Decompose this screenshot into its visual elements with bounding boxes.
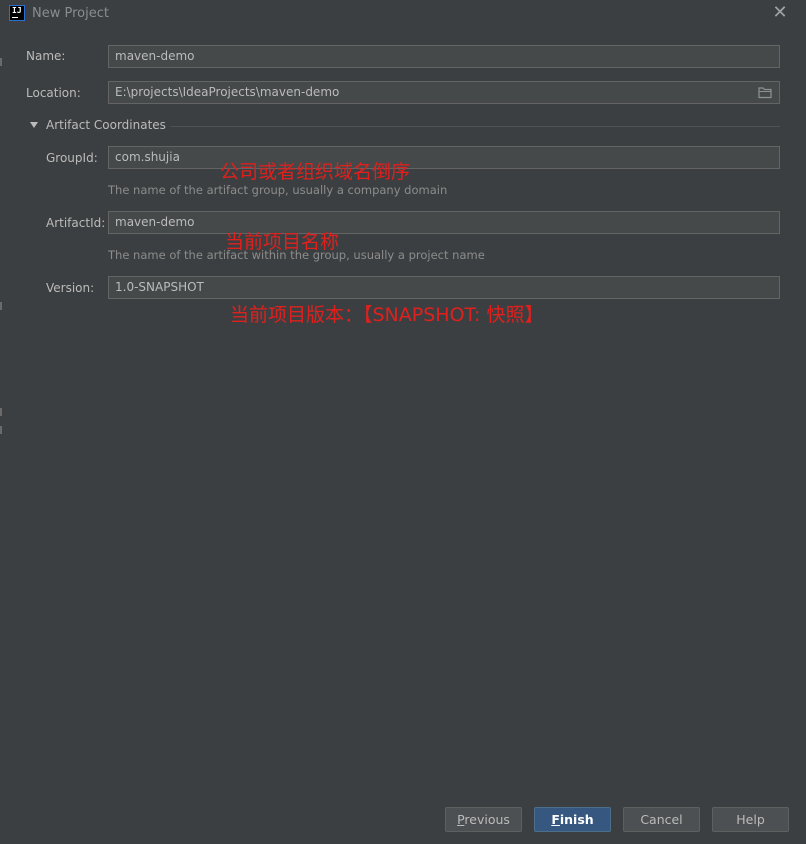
cancel-button[interactable]: Cancel [623,807,700,832]
expand-triangle-icon [30,122,38,128]
edge-divider [0,408,2,416]
title-bar: IJ New Project ✕ [0,0,806,28]
intellij-app-icon: IJ [9,5,25,21]
groupid-label: GroupId: [46,151,98,165]
location-input[interactable]: E:\projects\IdeaProjects\maven-demo [108,81,780,104]
help-button[interactable]: Help [712,807,789,832]
version-input[interactable]: 1.0-SNAPSHOT [108,276,780,299]
artifactid-annotation: 当前项目名称 [225,231,340,253]
version-label: Version: [46,281,95,295]
edge-divider [0,58,2,66]
edge-divider [0,426,2,434]
groupid-annotation: 公司或者组织域名倒序 [220,161,411,183]
groupid-input[interactable]: com.shujia [108,146,780,169]
previous-label: revious [464,812,510,827]
name-input[interactable]: maven-demo [108,45,780,68]
version-annotation: 当前项目版本：【SNAPSHOT: 快照】 [230,304,544,326]
location-value: E:\projects\IdeaProjects\maven-demo [115,85,340,99]
section-divider [170,126,780,127]
finish-label: inish [559,812,594,827]
previous-button[interactable]: Previous [445,807,522,832]
folder-icon[interactable] [758,86,773,99]
edge-divider [0,302,2,310]
close-icon[interactable]: ✕ [771,4,789,22]
name-label: Name: [26,49,66,63]
section-title: Artifact Coordinates [46,118,166,132]
window-title: New Project [32,6,109,21]
artifact-coordinates-toggle[interactable]: Artifact Coordinates [30,117,780,135]
artifactid-input[interactable]: maven-demo [108,211,780,234]
finish-button[interactable]: Finish [534,807,611,832]
groupid-hint: The name of the artifact group, usually … [108,183,448,197]
artifactid-label: ArtifactId: [46,216,106,230]
finish-mnemonic: F [551,812,560,827]
location-label: Location: [26,86,81,100]
